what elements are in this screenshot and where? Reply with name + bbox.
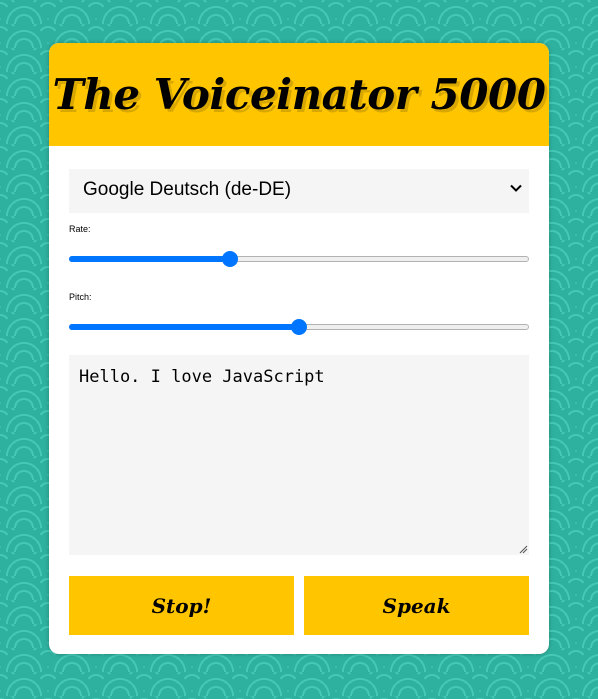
rate-slider-thumb[interactable] [222, 251, 239, 267]
rate-slider-fill [69, 256, 231, 262]
voice-select-value: Google Deutsch (de-DE) [83, 179, 292, 200]
pitch-slider[interactable] [69, 319, 529, 335]
speak-button[interactable]: Speak [304, 576, 529, 635]
rate-slider[interactable] [69, 251, 529, 267]
pitch-slider-fill [69, 324, 299, 330]
rate-label: Rate: [69, 224, 91, 234]
pitch-slider-thumb[interactable] [291, 319, 307, 335]
pitch-label: Pitch: [69, 292, 92, 302]
page-title: The Voiceinator 5000 [52, 70, 546, 119]
voiceinator-card: The Voiceinator 5000 Google Deutsch (de-… [49, 43, 549, 654]
header: The Voiceinator 5000 [49, 43, 549, 146]
voice-select[interactable]: Google Deutsch (de-DE) [69, 169, 529, 213]
button-row: Stop! Speak [69, 576, 529, 635]
chevron-down-icon [510, 184, 522, 192]
resize-grip-icon[interactable] [519, 545, 528, 554]
speech-text-input[interactable]: Hello. I love JavaScript [69, 355, 529, 555]
stop-button[interactable]: Stop! [69, 576, 294, 635]
controls-panel: Google Deutsch (de-DE) Rate: Pitch: Hell… [49, 146, 549, 635]
speech-text-container: Hello. I love JavaScript [69, 355, 529, 555]
